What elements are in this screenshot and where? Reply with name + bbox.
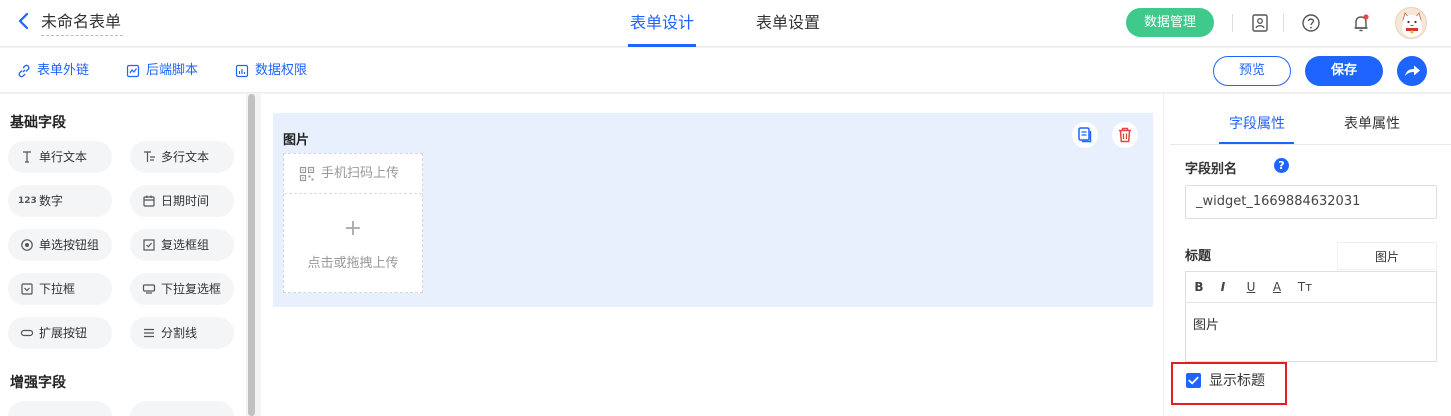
field-label: 下拉复选框 (161, 282, 222, 296)
copy-widget-button[interactable] (1072, 122, 1098, 148)
trash-icon (1119, 127, 1131, 143)
user-avatar[interactable] (1395, 7, 1427, 39)
divider (1232, 14, 1233, 32)
bold-button[interactable]: B (1192, 280, 1206, 294)
copy-icon (1078, 127, 1092, 143)
field-label: 分割线 (161, 326, 198, 340)
backend-script-button[interactable]: 后端脚本 (126, 62, 198, 80)
field-label: 多行文本 (161, 150, 210, 164)
field-alias-label: 字段别名 (1185, 162, 1238, 177)
palette-scrollbar-thumb[interactable] (248, 94, 255, 416)
data-permission-label: 数据权限 (255, 63, 308, 78)
show-title-label[interactable]: 显示标题 (1209, 373, 1265, 389)
tab-divider (1170, 144, 1451, 145)
delete-widget-button[interactable] (1112, 122, 1138, 148)
image-widget-title: 图片 (283, 133, 310, 148)
field-label: 单选按钮组 (39, 238, 100, 252)
underline-button[interactable]: U (1244, 280, 1258, 294)
share-arrow-icon (1405, 65, 1420, 76)
divider (1283, 14, 1284, 32)
save-button[interactable]: 保存 (1305, 56, 1383, 86)
field-number[interactable]: 123 数字 (8, 185, 112, 217)
radio-icon (21, 239, 33, 251)
backend-script-label: 后端脚本 (146, 63, 199, 78)
back-arrow-icon[interactable] (14, 11, 34, 31)
data-management-button[interactable]: 数据管理 (1126, 8, 1214, 37)
qr-code-icon (299, 166, 315, 182)
lucky-cat-avatar-icon (1396, 8, 1426, 38)
field-divider[interactable]: 分割线 (130, 317, 234, 349)
field-label: 数字 (39, 194, 64, 208)
field-alias-input[interactable]: _widget_1669884632031 (1185, 185, 1437, 219)
field-date-time[interactable]: 日期时间 (130, 185, 234, 217)
chart-icon (235, 64, 249, 78)
tab-field-properties[interactable]: 字段属性 (1229, 113, 1285, 133)
text-cursor-icon (23, 151, 31, 163)
field-radio-group[interactable]: 单选按钮组 (8, 229, 112, 261)
link-icon (18, 64, 30, 78)
active-tab-indicator (1219, 142, 1294, 144)
editor-toolbar: B I U A Tт (1186, 272, 1436, 303)
title-preview-tag: 图片 (1337, 242, 1437, 270)
preview-button[interactable]: 预览 (1213, 56, 1291, 86)
field-single-line-text[interactable]: 单行文本 (8, 141, 112, 173)
script-icon (126, 64, 140, 78)
multiline-text-icon (144, 151, 155, 162)
share-button[interactable] (1397, 56, 1427, 86)
tab-form-settings[interactable]: 表单设置 (756, 0, 820, 47)
contact-form-icon[interactable] (1249, 12, 1271, 34)
scan-upload-button[interactable]: 手机扫码上传 (284, 154, 422, 194)
title-label: 标题 (1185, 249, 1212, 264)
form-external-link-label: 表单外链 (37, 63, 90, 78)
title-rich-editor[interactable]: B I U A Tт 图片 (1185, 271, 1437, 362)
field-extend-button[interactable]: 扩展按钮 (8, 317, 112, 349)
field-label: 日期时间 (161, 194, 210, 208)
font-color-button[interactable]: A (1270, 280, 1284, 294)
number-icon: 123 (18, 196, 37, 206)
tab-form-design[interactable]: 表单设计 (627, 0, 697, 47)
form-name-input[interactable]: 未命名表单 (41, 10, 124, 36)
divider-icon (144, 328, 154, 338)
plus-icon: + (343, 216, 363, 241)
field-partial[interactable] (130, 401, 234, 416)
top-bar: 未命名表单 表单设计 表单设置 数据管理 (0, 0, 1451, 47)
form-external-link-button[interactable]: 表单外链 (17, 62, 89, 80)
editor-content[interactable]: 图片 (1193, 314, 1219, 333)
checkbox-group-icon (143, 239, 155, 251)
help-icon[interactable]: ? (1274, 158, 1289, 173)
drop-upload-label: 点击或拖拽上传 (307, 256, 399, 271)
italic-button[interactable]: I (1216, 280, 1230, 294)
help-icon[interactable] (1300, 12, 1322, 34)
calendar-icon (143, 195, 155, 207)
check-icon (1188, 376, 1199, 385)
field-dropdown[interactable]: 下拉框 (8, 273, 112, 305)
form-toolbar: 表单外链 后端脚本 数据权限 预览 保存 (0, 48, 1451, 93)
extend-button-icon (20, 329, 34, 337)
basic-fields-title: 基础字段 (10, 115, 66, 131)
image-upload-box[interactable]: 手机扫码上传 + 点击或拖拽上传 (283, 153, 423, 293)
enhanced-fields-title: 增强字段 (10, 375, 66, 391)
dropdown-icon (21, 283, 33, 295)
show-title-checkbox[interactable] (1186, 373, 1201, 388)
data-permission-button[interactable]: 数据权限 (235, 62, 307, 80)
scan-upload-label: 手机扫码上传 (321, 166, 400, 181)
field-partial[interactable] (8, 401, 112, 416)
field-dropdown-multi[interactable]: 下拉复选框 (130, 273, 234, 305)
notification-bell-icon[interactable] (1350, 12, 1372, 34)
field-label: 扩展按钮 (39, 326, 88, 340)
tab-form-properties[interactable]: 表单属性 (1344, 113, 1400, 133)
field-checkbox-group[interactable]: 复选框组 (130, 229, 234, 261)
field-label: 复选框组 (161, 238, 210, 252)
font-size-button[interactable]: Tт (1296, 280, 1314, 294)
field-label: 下拉框 (39, 282, 76, 296)
dropdown-multi-icon (142, 284, 156, 294)
field-multi-line-text[interactable]: 多行文本 (130, 141, 234, 173)
field-label: 单行文本 (39, 150, 88, 164)
